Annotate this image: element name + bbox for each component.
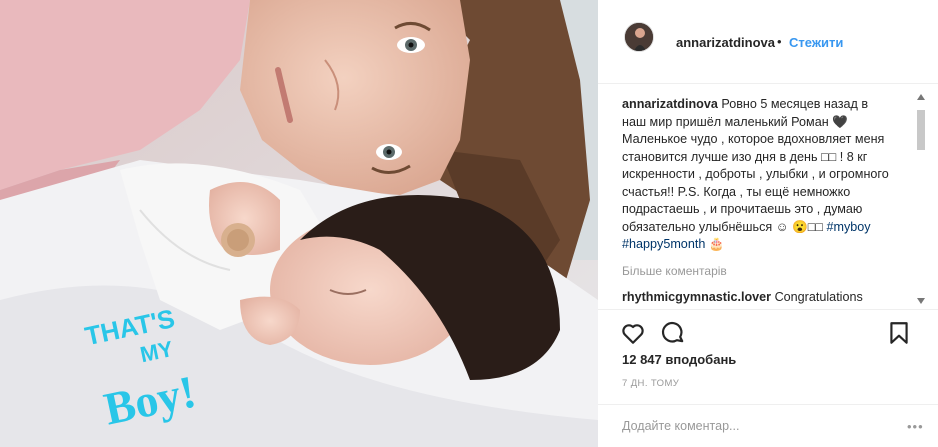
comment-text: Congratulations [774,290,863,304]
sticker-line2: MY [138,336,176,367]
cake-emoji: 🎂 [708,237,725,251]
load-more-comments[interactable]: Більше коментарів [622,264,727,278]
comment-username[interactable]: rhythmicgymnastic.lover [622,290,771,304]
post-sidebar: annarizatdinova • Стежити annarizatdinov… [598,0,938,447]
hashtag-myboy[interactable]: #myboy [826,220,870,234]
header-separator: • [777,34,782,49]
thats-my-boy-sticker: THAT'S MY Boy! [82,300,244,440]
comments-scrollbar[interactable] [917,94,927,304]
hashtag-happy5month[interactable]: #happy5month [622,237,705,251]
caption-text: Ровно 5 месяцев назад в наш мир пришёл м… [622,97,889,234]
scroll-thumb[interactable] [917,110,925,150]
add-comment-input[interactable] [622,415,882,437]
likes-count[interactable]: 12 847 вподобань [622,352,736,367]
post-photo[interactable]: THAT'S MY Boy! [0,0,598,447]
sticker-line3: Boy! [100,366,201,435]
post-header: annarizatdinova • Стежити [598,0,938,84]
scroll-down-arrow-icon[interactable] [917,298,925,304]
add-comment-bar: ••• [598,404,938,447]
heart-icon[interactable] [620,320,646,346]
comments-section[interactable]: annarizatdinova Ровно 5 месяцев назад в … [598,84,938,309]
avatar[interactable] [624,22,654,52]
caption: annarizatdinova Ровно 5 месяцев назад в … [622,96,894,254]
bookmark-icon[interactable] [886,320,912,346]
caption-username[interactable]: annarizatdinova [622,97,718,111]
more-options-icon[interactable]: ••• [907,419,924,434]
post-timestamp[interactable]: 7 ДН. ТОМУ [622,378,679,389]
header-username[interactable]: annarizatdinova [676,35,775,50]
comment-item: rhythmicgymnastic.lover Congratulations [622,290,863,304]
follow-button[interactable]: Стежити [789,35,843,50]
scroll-up-arrow-icon[interactable] [917,94,925,100]
speech-bubble-icon[interactable] [660,320,686,346]
